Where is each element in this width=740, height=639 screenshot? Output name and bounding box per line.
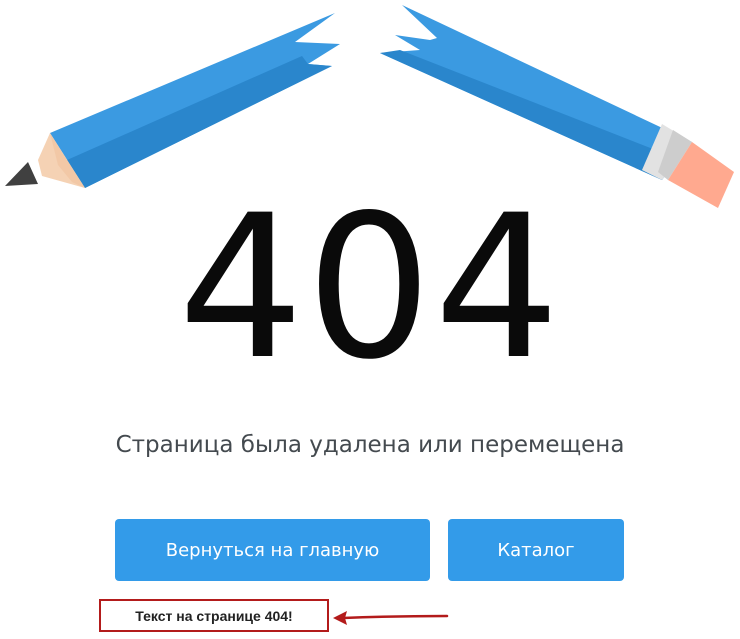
error-message: Страница была удалена или перемещена bbox=[115, 432, 625, 458]
annotation-label: Текст на странице 404! bbox=[99, 599, 329, 632]
error-code: 404 bbox=[178, 172, 562, 403]
pencil-left-half bbox=[5, 13, 340, 188]
back-home-button[interactable]: Вернуться на главную bbox=[115, 519, 430, 581]
catalog-button[interactable]: Каталог bbox=[448, 519, 624, 581]
annotation-arrow-icon bbox=[333, 611, 449, 625]
